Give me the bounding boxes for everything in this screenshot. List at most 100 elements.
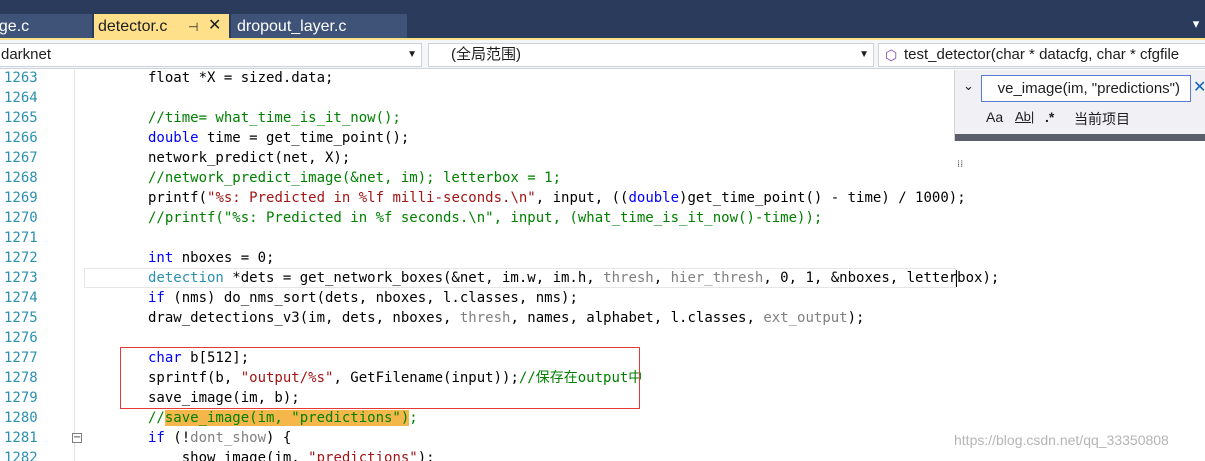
line-number: 1273 [4, 270, 38, 286]
code-token: thresh [459, 310, 511, 326]
line-number: 1277 [4, 350, 38, 366]
code-token: //time= what_time_is_it_now(); [148, 110, 401, 126]
code-token: ); [847, 310, 865, 326]
line-number: 1281 [4, 430, 38, 446]
search-input-value: ve_image(im, "predictions") [997, 80, 1180, 97]
line-number: 1265 [4, 110, 38, 126]
code-token: ); [417, 450, 435, 461]
code-token: save_image(im, "predictions") [164, 410, 410, 426]
code-token: time = get_time_point(); [198, 130, 410, 146]
code-token: detection [148, 270, 224, 286]
line-number: 1278 [4, 370, 38, 386]
tab-detector-c[interactable]: detector.c ⊣ ✕ [94, 14, 229, 40]
function-cube-icon: ⬡ [885, 47, 898, 63]
code-token: dont_show [190, 430, 267, 446]
code-line[interactable]: if (nms) do_nms_sort(dets, nboxes, l.cla… [148, 288, 578, 308]
code-token: hier_thresh [670, 270, 764, 286]
close-icon[interactable]: ✕ [1193, 77, 1205, 96]
regex-button[interactable]: .* [1045, 109, 1054, 125]
code-token: //printf("%s: Predicted in %f seconds.\n… [148, 210, 823, 226]
code-token: , 0, 1, &nboxes, letterbox); [763, 270, 1000, 286]
tab-label: dropout_layer.c [237, 18, 347, 35]
watermark: https://blog.csdn.net/qq_33350808 [954, 432, 1169, 448]
project-dropdown-value: darknet [1, 46, 52, 63]
code-token: if [148, 290, 165, 306]
code-token: //network_predict_image(&net, im); lette… [148, 170, 562, 186]
collapse-icon[interactable]: − [72, 433, 82, 443]
expand-replace-icon[interactable]: ⌄ [963, 79, 974, 94]
code-token: if [148, 430, 165, 446]
annotation-red-box [120, 347, 640, 409]
line-number: 1267 [4, 150, 38, 166]
code-token: )get_time_point() - time) / 1000); [679, 190, 966, 206]
code-line[interactable]: //time= what_time_is_it_now(); [148, 108, 401, 128]
code-token: draw_detections_v3(im, dets, nboxes, [148, 310, 460, 326]
code-line[interactable]: if (!dont_show) { [148, 428, 291, 448]
code-token: // [148, 410, 165, 426]
project-dropdown[interactable]: darknet ▼ [0, 43, 422, 67]
dropdown-arrow-icon: ▼ [407, 49, 417, 60]
code-token: nboxes = 0; [173, 250, 275, 266]
code-line[interactable]: //printf("%s: Predicted in %f seconds.\n… [148, 208, 822, 228]
tab-image-c[interactable]: age.c [0, 14, 92, 40]
match-case-button[interactable]: Aa [986, 109, 1003, 125]
code-token: "predictions" [308, 450, 418, 461]
function-dropdown-value: test_detector(char * datacfg, char * cfg… [904, 46, 1180, 63]
code-line[interactable]: detection *dets = get_network_boxes(&net… [148, 268, 999, 288]
code-line[interactable]: show_image(im, "predictions"); [148, 448, 435, 461]
line-number: 1266 [4, 130, 38, 146]
line-number: 1271 [4, 230, 38, 246]
scope-dropdown[interactable]: (全局范围) ▼ [428, 43, 874, 67]
line-number: 1269 [4, 190, 38, 206]
line-number-gutter: 1263 1264 1265 1266 1267 1268 1269 1270 1271 1272… [0, 70, 40, 461]
code-line[interactable]: //save_image(im, "predictions"); [148, 408, 418, 428]
search-scope-dropdown[interactable]: 当前项目 [1074, 109, 1130, 129]
code-token: ) { [266, 430, 292, 446]
code-token: double [628, 190, 680, 206]
code-line[interactable]: draw_detections_v3(im, dets, nboxes, thr… [148, 308, 864, 328]
code-token: (nms) do_nms_sort(dets, nboxes, l.classe… [164, 290, 578, 306]
whole-word-button[interactable]: Ab| [1015, 109, 1034, 124]
line-number: 1270 [4, 210, 38, 226]
code-token: int [148, 250, 174, 266]
code-token: , input, (( [535, 190, 629, 206]
code-line[interactable]: float *X = sized.data; [148, 70, 333, 88]
line-number: 1282 [4, 450, 38, 461]
line-number: 1280 [4, 410, 38, 426]
code-token: show_image(im, [148, 450, 309, 461]
code-line[interactable]: printf("%s: Predicted in %lf milli-secon… [148, 188, 966, 208]
grip-icon: ⁞⁞ [957, 159, 964, 170]
tab-dropout-layer-c[interactable]: dropout_layer.c [231, 14, 407, 40]
find-row: ⌄ ve_image(im, "predictions") ✕ [955, 71, 1205, 105]
tab-label: detector.c [98, 18, 168, 35]
code-token: thresh [603, 270, 654, 286]
search-input[interactable]: ve_image(im, "predictions") [981, 75, 1191, 102]
code-token: , names, alphabet, l.classes, [510, 310, 764, 326]
code-line[interactable]: network_predict(net, X); [148, 148, 350, 168]
line-number: 1263 [4, 70, 38, 86]
find-options: ⁞⁞ Aa Ab| .* 当前项目 [955, 107, 1205, 170]
navigation-bar: darknet ▼ (全局范围) ▼ ⬡ test_detector(char *… [0, 40, 1205, 69]
line-number: 1276 [4, 330, 38, 346]
code-line[interactable]: double time = get_time_point(); [148, 128, 409, 148]
code-line[interactable]: int nboxes = 0; [148, 248, 274, 268]
outline-margin [74, 70, 75, 461]
scope-dropdown-value: (全局范围) [451, 46, 521, 63]
document-tab-strip: age.c detector.c ⊣ ✕ dropout_layer.c ▾ [0, 0, 1205, 40]
tab-label: age.c [0, 18, 30, 35]
code-token: float *X = sized.data; [148, 70, 334, 86]
line-number: 1279 [4, 390, 38, 406]
code-token: (! [164, 430, 191, 446]
line-number: 1268 [4, 170, 38, 186]
pin-icon[interactable]: ⊣ [188, 14, 198, 40]
tab-overflow-icon[interactable]: ▾ [1187, 12, 1205, 38]
find-widget: ⌄ ve_image(im, "predictions") ✕ ⁞⁞ Aa Ab… [954, 70, 1205, 170]
code-token: printf( [148, 190, 208, 206]
code-line[interactable]: //network_predict_image(&net, im); lette… [148, 168, 561, 188]
code-token: ext_output [763, 310, 848, 326]
code-token: double [148, 130, 199, 146]
code-token: network_predict(net, X); [148, 150, 351, 166]
function-dropdown[interactable]: ⬡ test_detector(char * datacfg, char * cf… [878, 43, 1205, 67]
close-icon[interactable]: ✕ [208, 14, 221, 39]
line-number: 1274 [4, 290, 38, 306]
